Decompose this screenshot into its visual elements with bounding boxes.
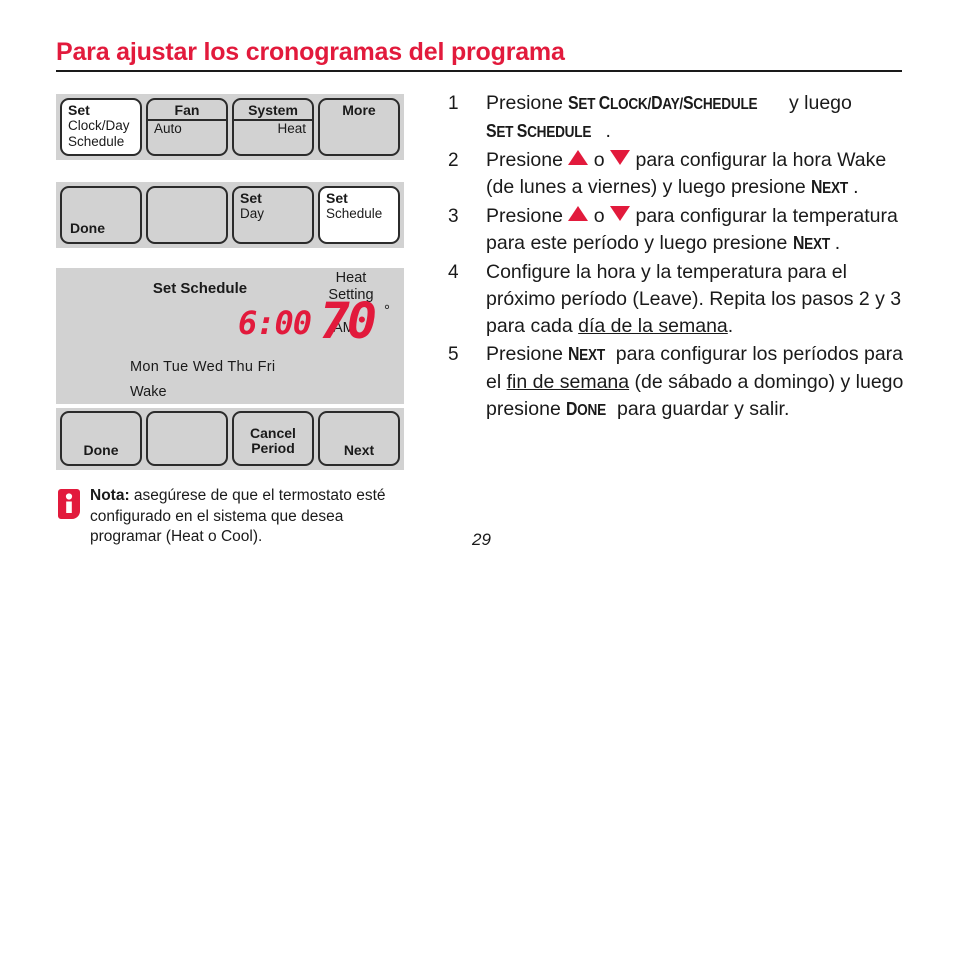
arrow-up-icon: [568, 206, 589, 221]
button-value: Heat: [277, 121, 306, 136]
instruction-step: 5 Presione NEXT para configurar los perío…: [448, 341, 918, 424]
button-name-reference: SET SCHEDULE: [486, 121, 592, 141]
arrow-down-icon: [610, 150, 631, 165]
thermostat-button-blank[interactable]: [146, 411, 228, 466]
button-value: Auto: [154, 121, 182, 136]
page-title: Para ajustar los cronogramas del program…: [56, 38, 565, 66]
thermostat-button-system[interactable]: System Heat: [232, 98, 314, 156]
lcd-period-name: Wake: [130, 384, 167, 400]
kbd-initial: S: [683, 93, 694, 113]
step-text: Presione SET CLOCK/DAY/SCHEDULE y luego …: [486, 90, 918, 146]
step-number: 3: [448, 206, 459, 227]
step-text: Configure la hora y la temperatura para …: [486, 261, 902, 337]
kbd-initial: D: [566, 399, 578, 419]
thermostat-button-blank[interactable]: [146, 186, 228, 244]
thermostat-button-set-clock-day-schedule[interactable]: Set Clock/Day Schedule: [60, 98, 142, 156]
button-subtext: Schedule: [326, 206, 383, 221]
button-header: Fan: [148, 103, 226, 121]
button-label: Done: [83, 442, 119, 458]
thermostat-button-row-top: Set Clock/Day Schedule Fan Auto System Heat Mor…: [56, 94, 404, 160]
emphasis-underline: día de la semana: [578, 315, 728, 337]
step-number: 1: [448, 93, 459, 114]
lcd-temperature-value: 70: [319, 292, 377, 350]
button-name-reference: NEXT: [811, 177, 849, 197]
button-header: System: [234, 103, 312, 121]
instruction-step: 3 Presione o para configurar la temperatu…: [448, 203, 918, 258]
kbd-initial: N: [568, 344, 580, 364]
page-number: 29: [472, 530, 491, 549]
thermostat-button-done[interactable]: Done: [60, 186, 142, 244]
button-header: Set: [240, 190, 262, 206]
button-header: Set: [326, 190, 348, 206]
lcd-mode-title: Set Schedule: [152, 280, 248, 297]
button-name-reference: NEXT: [792, 233, 830, 253]
thermostat-button-row-bottom: Done Cancel Period Next: [56, 408, 404, 470]
thermostat-button-row-middle: Done Set Day Set Schedule: [56, 182, 404, 248]
lcd-time-value: 6:00: [237, 304, 312, 342]
kbd-initial: S: [516, 121, 528, 141]
button-name-reference: SET CLOCK/DAY/SCHEDULE: [568, 93, 758, 113]
instruction-step: 4 Configure la hora y la temperatura para…: [448, 259, 918, 340]
emphasis-underline: fin de semana: [506, 371, 630, 393]
button-label: Cancel Period: [234, 426, 312, 456]
button-name-reference: DONE: [566, 399, 607, 419]
heading-divider: [56, 70, 902, 72]
note-label: Nota:: [90, 487, 130, 504]
kbd-initial: S: [568, 93, 579, 113]
button-subtext: Day: [240, 206, 265, 221]
step-text: Presione o para configurar la hora Wake …: [486, 147, 918, 202]
kbd-initial: N: [811, 177, 823, 197]
step-number: 4: [448, 262, 459, 283]
button-name-reference: NEXT: [568, 344, 606, 364]
button-subtext: Schedule: [68, 133, 125, 149]
lcd-days-row: Mon Tue Wed Thu Fri: [130, 359, 276, 375]
thermostat-button-fan[interactable]: Fan Auto: [146, 98, 228, 156]
thermostat-button-set-day[interactable]: Set Day: [232, 186, 314, 244]
thermostat-button-more[interactable]: More: [318, 98, 400, 156]
button-label-line1: Cancel: [250, 425, 296, 441]
note-text: Nota: asegúrese de que el termostato est…: [90, 486, 418, 548]
arrow-up-icon: [568, 150, 589, 165]
note-block: Nota: asegúrese de que el termostato est…: [58, 486, 418, 548]
thermostat-button-done[interactable]: Done: [60, 411, 142, 466]
kbd-initial: C: [599, 93, 611, 113]
step-text: Presione o para configurar la temperatur…: [486, 203, 918, 258]
button-header: More: [342, 102, 376, 118]
thermostat-button-set-schedule[interactable]: Set Schedule: [318, 186, 400, 244]
button-subtext: Clock/Day: [68, 118, 130, 133]
kbd-initial: S: [486, 121, 497, 141]
info-icon: [58, 489, 80, 519]
instruction-step: 1 Presione SET CLOCK/DAY/SCHEDULE y luego…: [448, 90, 918, 146]
instruction-steps-list: 1 Presione SET CLOCK/DAY/SCHEDULE y luego…: [448, 90, 918, 425]
instruction-step: 2 Presione o para configurar la hora Wake…: [448, 147, 918, 202]
step-text: Presione NEXT para configurar los períod…: [486, 341, 918, 424]
step-number: 5: [448, 344, 459, 365]
step-number: 2: [448, 150, 459, 171]
lcd-heat-label-line1: Heat: [335, 270, 367, 286]
note-body: asegúrese de que el termostato esté conf…: [90, 487, 386, 545]
thermostat-lcd-screen: Set Schedule Heat Setting 6:00 AM 70 ° M…: [56, 268, 404, 404]
button-header: Set: [68, 102, 90, 118]
kbd-initial: N: [792, 233, 804, 253]
button-label: Done: [70, 220, 105, 236]
kbd-initial: D: [651, 93, 663, 113]
button-label-line2: Period: [251, 440, 295, 456]
thermostat-button-cancel-period[interactable]: Cancel Period: [232, 411, 314, 466]
arrow-down-icon: [610, 206, 631, 221]
thermostat-button-next[interactable]: Next: [318, 411, 400, 466]
button-label: Next: [343, 442, 375, 458]
lcd-degree-symbol: °: [384, 302, 390, 319]
